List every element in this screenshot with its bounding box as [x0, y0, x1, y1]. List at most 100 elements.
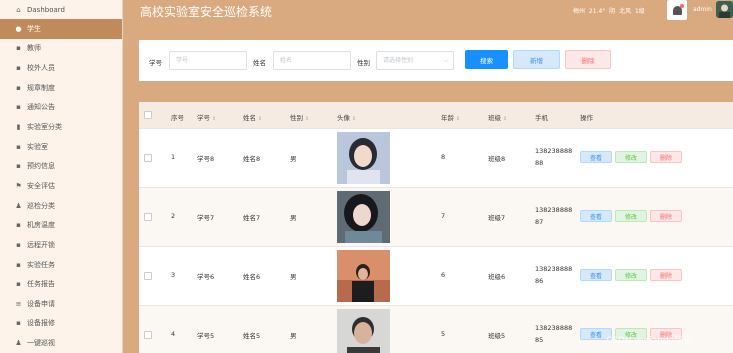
cell-phone-suffix: 86	[535, 277, 544, 285]
cell-phone: 138238888	[535, 265, 573, 273]
list-icon: ≡	[15, 299, 22, 308]
cell-student-no: 学号7	[197, 214, 215, 222]
cell-age: 7	[441, 212, 446, 220]
column-header-label: 序号	[171, 114, 184, 122]
sidebar-item[interactable]: ▪ 任务报告	[0, 274, 122, 294]
view-button[interactable]: 查看	[580, 151, 612, 163]
column-header[interactable]: 性别 ⇕	[290, 112, 309, 122]
grid-icon: ▪	[16, 44, 21, 53]
sidebar-item-label: 设备报修	[27, 319, 55, 328]
sidebar-item[interactable]: ● 学生	[0, 19, 122, 39]
sidebar-item-label: 远程开锁	[27, 240, 55, 249]
row-delete-button[interactable]: 删除	[650, 210, 682, 222]
edit-button[interactable]: 修改	[615, 269, 647, 281]
view-button[interactable]: 查看	[580, 210, 612, 222]
sidebar-item[interactable]: ▪ 校外人员	[0, 58, 122, 78]
sidebar-item[interactable]: ⚑ 安全评估	[0, 176, 122, 196]
watermark: CSDN @django毕设	[606, 336, 693, 346]
table-row: 3 学号6 姓名6 男 6 班级6 138238888 86 查看 修改 删除	[139, 247, 733, 306]
column-header[interactable]: 序号	[171, 112, 184, 122]
sidebar-item[interactable]: ≡ 设备申请	[0, 294, 122, 314]
sort-icon[interactable]: ⇕	[258, 116, 262, 122]
sidebar-item[interactable]: ▮ 实验室分类	[0, 117, 122, 137]
avatar-image	[337, 132, 390, 184]
sidebar-item-label: 实验任务	[27, 260, 55, 269]
user-avatar[interactable]	[716, 1, 733, 18]
user-name[interactable]: admin	[693, 6, 712, 13]
sort-icon[interactable]: ⇕	[352, 116, 356, 122]
cell-age: 6	[441, 271, 446, 279]
sidebar-item[interactable]: ▪ 远程开锁	[0, 235, 122, 255]
row-checkbox[interactable]	[144, 272, 152, 280]
sidebar-item[interactable]: ▪ 实验任务	[0, 255, 122, 275]
grid-icon: ▪	[16, 142, 21, 151]
sidebar-item[interactable]: ♟ 一键巡视	[0, 333, 122, 353]
sidebar-item[interactable]: ▪ 机房温度	[0, 215, 122, 235]
edit-button[interactable]: 修改	[615, 210, 647, 222]
view-button[interactable]: 查看	[580, 269, 612, 281]
select-all-checkbox[interactable]	[144, 111, 152, 119]
column-header[interactable]: 学号 ⇕	[197, 112, 216, 122]
cell-age: 5	[441, 330, 446, 338]
column-header-label: 年龄	[441, 114, 454, 122]
row-delete-button[interactable]: 删除	[650, 269, 682, 281]
gender-select[interactable]: 请选择性别 ⌵	[376, 51, 454, 70]
sidebar-item[interactable]: ▪ 实验室	[0, 137, 122, 157]
search-panel: 学号 学号 姓名 姓名 性别 请选择性别 ⌵ 搜索 新增 删除	[139, 40, 733, 81]
student-no-input[interactable]: 学号	[169, 51, 247, 70]
sidebar-item-label: 安全评估	[27, 181, 55, 190]
sort-icon[interactable]: ⇕	[456, 116, 460, 122]
sidebar-item[interactable]: ▪ 教师	[0, 39, 122, 59]
avatar-image	[337, 309, 390, 353]
column-header-label: 姓名	[243, 114, 256, 122]
column-header[interactable]: 年龄 ⇕	[441, 112, 460, 122]
cell-age: 8	[441, 153, 446, 161]
add-button[interactable]: 新增	[513, 50, 560, 69]
cell-student-no: 学号5	[197, 332, 215, 340]
row-checkbox[interactable]	[144, 154, 152, 162]
sort-icon[interactable]: ⇕	[212, 116, 216, 122]
column-header[interactable]: 姓名 ⇕	[243, 112, 262, 122]
sidebar-item[interactable]: ▪ 预约信息	[0, 156, 122, 176]
sidebar-item[interactable]: ♟ 巡检分类	[0, 196, 122, 216]
sort-icon[interactable]: ⇕	[503, 116, 507, 122]
cell-phone-suffix: 87	[535, 218, 544, 226]
cell-gender: 男	[290, 155, 297, 163]
sidebar-item-label: 任务报告	[27, 280, 55, 289]
grid-icon: ▪	[16, 221, 21, 230]
table-row: 1 学号8 姓名8 男 8 班级8 138238888 88 查看 修改 删除	[139, 129, 733, 188]
notification-bell-icon[interactable]	[667, 0, 687, 20]
column-header-label: 性别	[290, 114, 303, 122]
column-header[interactable]: 班级 ⇕	[488, 112, 507, 122]
cell-phone: 138238888	[535, 147, 573, 155]
search-button[interactable]: 搜索	[465, 50, 508, 69]
column-header-label: 操作	[580, 114, 593, 122]
sidebar-item[interactable]: ⌂ Dashboard	[0, 0, 122, 19]
row-checkbox[interactable]	[144, 331, 152, 339]
cell-name: 姓名6	[243, 273, 261, 281]
cell-class: 班级5	[488, 332, 506, 340]
student-no-label: 学号	[149, 59, 162, 67]
name-input[interactable]: 姓名	[273, 51, 351, 70]
column-header[interactable]: 头像 ⇕	[337, 112, 356, 122]
sidebar-item[interactable]: ▪ 通知公告	[0, 98, 122, 118]
cell-phone-suffix: 88	[535, 159, 544, 167]
sidebar-item-label: 实验室	[27, 142, 48, 151]
column-header[interactable]: 操作	[580, 112, 593, 122]
sort-icon[interactable]: ⇕	[305, 116, 309, 122]
cell-student-no: 学号8	[197, 155, 215, 163]
row-checkbox[interactable]	[144, 213, 152, 221]
column-header[interactable]: 手机	[535, 112, 548, 122]
cell-index: 2	[171, 212, 176, 220]
sidebar-item[interactable]: ▪ 设备报修	[0, 314, 122, 334]
flag-icon: ⚑	[15, 181, 22, 190]
sidebar-item-label: 通知公告	[27, 103, 55, 112]
sidebar-item-label: 机房温度	[27, 221, 55, 230]
row-delete-button[interactable]: 删除	[650, 151, 682, 163]
sidebar-item-label: Dashboard	[27, 5, 65, 14]
chevron-down-icon: ⌵	[443, 57, 448, 64]
delete-button[interactable]: 删除	[565, 50, 611, 69]
cell-phone-suffix: 85	[535, 336, 544, 344]
sidebar-item[interactable]: ▪ 规章制度	[0, 78, 122, 98]
edit-button[interactable]: 修改	[615, 151, 647, 163]
